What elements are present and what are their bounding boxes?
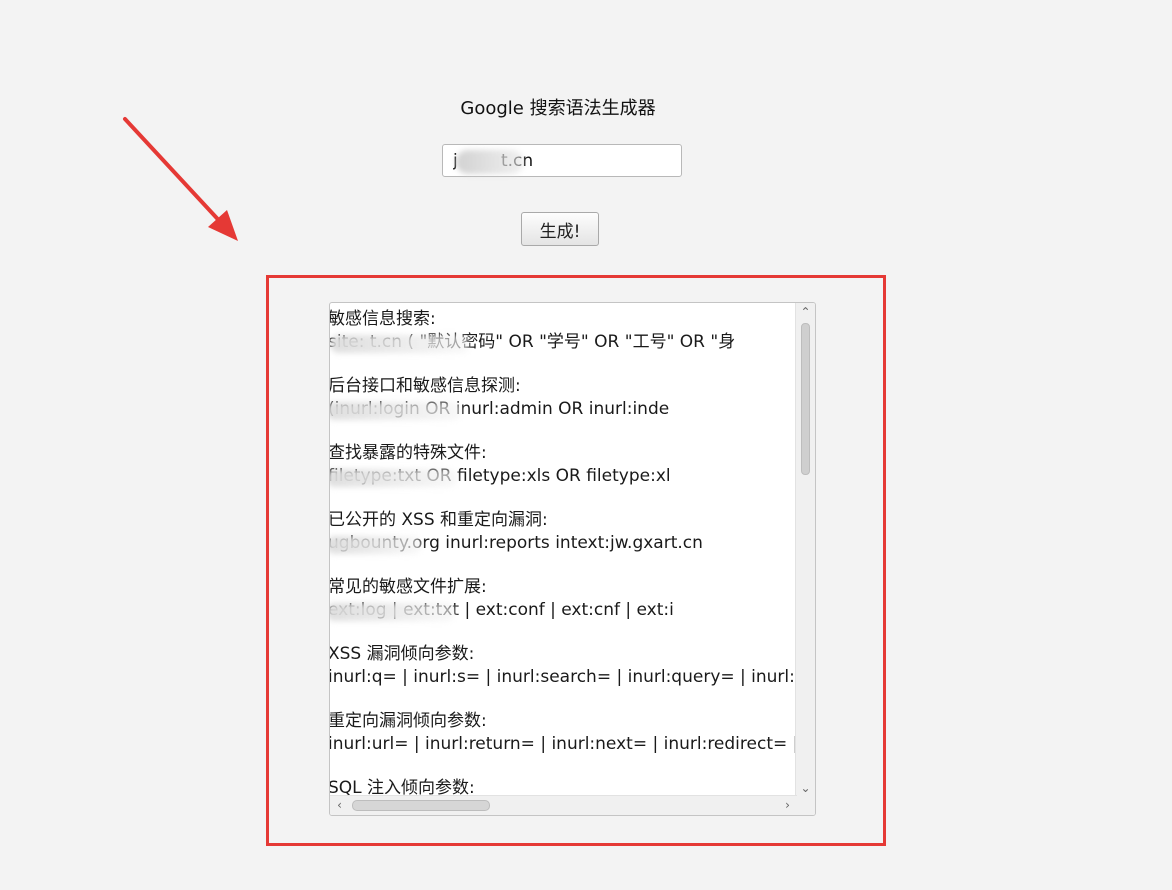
- results-textarea[interactable]: 敏感信息搜索: site: t.cn ( "默认密码" OR "学号" OR "…: [329, 302, 816, 816]
- horizontal-scroll-thumb[interactable]: [352, 800, 490, 811]
- result-heading: 后台接口和敏感信息探测:: [330, 376, 521, 396]
- redaction-mask: [330, 536, 422, 554]
- result-heading: 常见的敏感文件扩展:: [330, 577, 487, 597]
- redaction-mask: [330, 402, 462, 420]
- scroll-down-icon[interactable]: ⌄: [796, 781, 815, 795]
- scroll-up-icon[interactable]: ⌃: [796, 305, 815, 319]
- vertical-scroll-thumb[interactable]: [801, 323, 810, 475]
- result-section: XSS 漏洞倾向参数: inurl:q= | inurl:s= | inurl:…: [330, 643, 797, 710]
- results-viewport: 敏感信息搜索: site: t.cn ( "默认密码" OR "学号" OR "…: [330, 303, 797, 797]
- app-window: Google 搜索语法生成器 生成! 敏感信息搜索: site: t.cn ( …: [0, 0, 1172, 890]
- generate-button[interactable]: 生成!: [521, 212, 599, 246]
- result-heading: 查找暴露的特殊文件:: [330, 443, 487, 463]
- page-title: Google 搜索语法生成器: [460, 98, 656, 119]
- result-query[interactable]: inurl:url= | inurl:return= | inurl:next=…: [330, 733, 797, 756]
- annotation-arrow-icon: [123, 117, 238, 241]
- result-heading: SQL 注入倾向参数:: [330, 778, 475, 797]
- domain-input[interactable]: [442, 144, 682, 177]
- redaction-mask: [330, 603, 456, 621]
- scrollbar-corner: [796, 796, 815, 815]
- redaction-mask: [330, 335, 470, 353]
- result-heading: 敏感信息搜索:: [330, 309, 436, 329]
- redaction-mask: [330, 469, 458, 487]
- result-heading: XSS 漏洞倾向参数:: [330, 644, 475, 664]
- result-section: SQL 注入倾向参数:: [330, 777, 797, 797]
- result-heading: 重定向漏洞倾向参数:: [330, 711, 487, 731]
- horizontal-scrollbar[interactable]: ‹ ›: [330, 795, 797, 815]
- result-section: 重定向漏洞倾向参数: inurl:url= | inurl:return= | …: [330, 710, 797, 777]
- scroll-left-icon[interactable]: ‹: [330, 798, 349, 812]
- result-heading: 已公开的 XSS 和重定向漏洞:: [330, 510, 548, 530]
- vertical-scrollbar[interactable]: ⌃ ⌄: [795, 303, 815, 797]
- scroll-right-icon[interactable]: ›: [778, 798, 797, 812]
- result-query[interactable]: inurl:q= | inurl:s= | inurl:search= | in…: [330, 666, 797, 689]
